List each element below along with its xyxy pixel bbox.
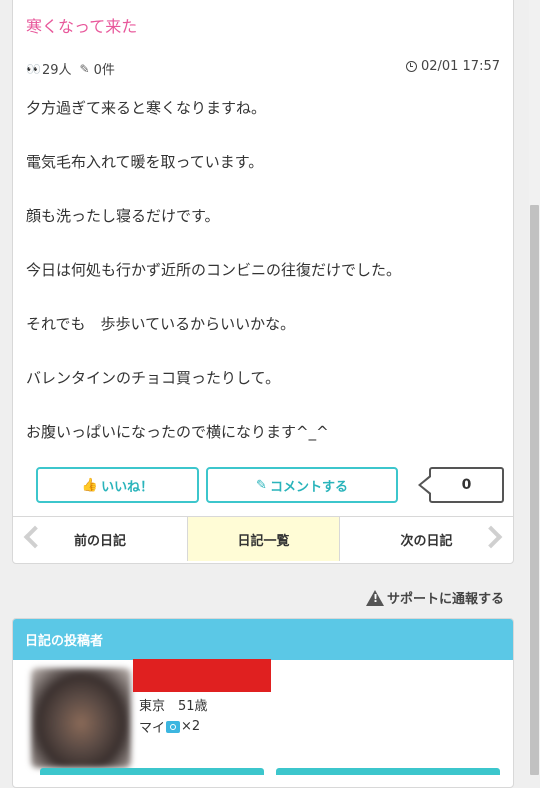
avatar[interactable]	[31, 668, 131, 768]
prev-label: 前の日記	[73, 533, 126, 549]
diary-list-link[interactable]: 日記一覧	[188, 517, 340, 561]
body-line: 顔も洗ったし寝るだけです。	[26, 207, 220, 225]
pencil-icon: ✎	[79, 61, 90, 76]
comment-label: コメントする	[269, 479, 348, 495]
thumbs-up-icon: 👍	[81, 477, 99, 493]
count-arrow-inner	[421, 477, 431, 493]
like-button[interactable]: 👍 いいね！	[36, 467, 199, 503]
page-scrollbar[interactable]	[529, 0, 540, 775]
diary-meta: 👀 29人 ✎ 0件	[26, 59, 115, 79]
body-line: 電気毛布入れて暖を取っています。	[26, 153, 264, 171]
scrollbar-thumb[interactable]	[530, 205, 539, 775]
diary-body: 夕方過ぎて来ると寒くなりますね。 電気毛布入れて暖を取っています。 顔も洗ったし…	[26, 95, 496, 473]
date-text: 02/01 17:57	[420, 59, 500, 74]
diary-title: 寒くなって来た	[26, 17, 138, 36]
view-count: 29人	[41, 63, 72, 78]
like-label: いいね！	[101, 479, 154, 495]
like-count-box: 0	[429, 467, 504, 503]
like-count: 0	[461, 477, 472, 493]
diary-date: 02/01 17:57	[405, 59, 500, 74]
photos-suffix: ×2	[181, 719, 201, 734]
bottom-button-edge[interactable]	[40, 768, 264, 775]
comment-count: 0件	[93, 63, 115, 78]
photos-prefix: マイ	[139, 721, 166, 736]
warning-icon	[365, 589, 384, 606]
diary-nav: 前の日記 日記一覧 次の日記	[13, 516, 513, 561]
next-label: 次の日記	[400, 533, 453, 549]
poster-header: 日記の投稿者	[13, 619, 513, 660]
report-link[interactable]: サポートに通報する	[365, 588, 504, 607]
redacted-username	[133, 659, 271, 692]
body-line: それでも 歩歩いているからいいかな。	[26, 315, 296, 333]
body-line: バレンタインのチョコ買ったりして。	[26, 369, 281, 387]
camera-icon	[166, 720, 181, 733]
diary-card: 寒くなって来た 👀 29人 ✎ 0件 02/01 17:57 夕方過ぎて来ると寒…	[12, 0, 514, 564]
poster-location: 東京 51歳	[139, 699, 208, 714]
pencil-icon: ✎	[256, 477, 267, 493]
bottom-button-edge[interactable]	[276, 768, 500, 775]
body-line: 今日は何処も行かず近所のコンビニの往復だけでした。	[26, 261, 402, 279]
next-diary-link[interactable]: 次の日記	[340, 517, 513, 561]
chevron-right-icon	[479, 525, 503, 549]
body-line: 夕方過ぎて来ると寒くなりますね。	[26, 99, 267, 117]
bottom-buttons-peek	[40, 768, 500, 775]
poster-card: 日記の投稿者 東京 51歳 マイ ×2	[12, 618, 514, 788]
prev-diary-link[interactable]: 前の日記	[13, 517, 188, 561]
report-label: サポートに通報する	[386, 592, 504, 607]
comment-button[interactable]: ✎ コメントする	[206, 467, 398, 503]
body-line: お腹いっぱいになったので横になります^_^	[26, 423, 329, 441]
list-label: 日記一覧	[237, 533, 290, 549]
eyes-icon: 👀	[26, 61, 41, 76]
poster-photos[interactable]: マイ ×2	[139, 717, 200, 736]
clock-icon	[405, 61, 417, 72]
chevron-left-icon	[23, 525, 47, 549]
